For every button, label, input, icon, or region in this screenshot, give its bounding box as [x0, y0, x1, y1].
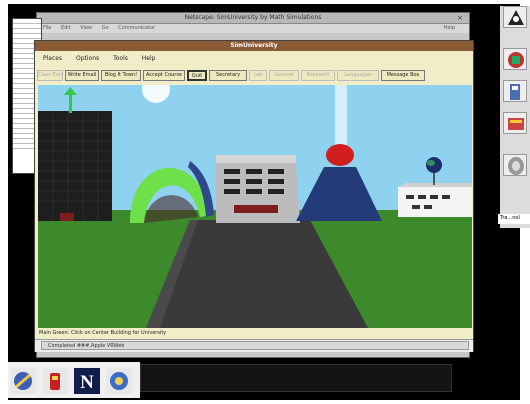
research-button[interactable]: Research: [301, 70, 335, 81]
accept-course-button[interactable]: Accept Course: [143, 70, 185, 81]
menu-help[interactable]: Help: [142, 55, 156, 62]
red-dome[interactable]: [326, 144, 354, 166]
menu-tools[interactable]: Tools: [113, 55, 128, 62]
campus-scene[interactable]: [38, 85, 472, 328]
background-window-title[interactable]: Netscape: SimUniversity by Math Simulati…: [37, 13, 469, 24]
tower-door: [60, 213, 74, 221]
quit-button[interactable]: Quit: [187, 70, 207, 81]
write-email-button[interactable]: Write Email: [65, 70, 99, 81]
close-icon[interactable]: ×: [457, 14, 465, 22]
bg-menu-file[interactable]: File: [43, 25, 51, 31]
globe-building[interactable]: [398, 187, 472, 217]
bg-menu-help[interactable]: Help: [444, 24, 455, 33]
vrml-3d-viewport[interactable]: [38, 85, 472, 328]
languages-button[interactable]: Languages: [337, 70, 379, 81]
dock-app-icon-3[interactable]: [503, 80, 527, 102]
tower-building[interactable]: [38, 111, 112, 221]
background-menubar: File Edit View Go Communicator Help: [37, 24, 469, 33]
quicktime-icon[interactable]: [106, 368, 132, 394]
trash-icon[interactable]: [42, 368, 68, 394]
menu-options[interactable]: Options: [76, 55, 99, 62]
dock-app-icon-2[interactable]: [503, 48, 527, 70]
background-panel: [140, 364, 452, 392]
bg-menu-edit[interactable]: Edit: [61, 25, 71, 31]
dock-caption: Tra...nel: [498, 214, 530, 224]
dock-app-icon-4[interactable]: [503, 112, 527, 134]
bg-menu-go[interactable]: Go: [102, 25, 109, 31]
message-box-button[interactable]: Message Box: [381, 70, 425, 81]
bg-menu-communicator[interactable]: Communicator: [118, 25, 155, 31]
netscape-n-icon[interactable]: N: [74, 368, 100, 394]
menu-places[interactable]: Places: [43, 55, 62, 62]
class-enroll-button[interactable]: Class Enroll: [37, 70, 63, 81]
light-beam: [335, 85, 347, 145]
sub-status-bar: Completed ###.Apple VRWeb: [41, 341, 469, 350]
bg-menu-view[interactable]: View: [80, 25, 92, 31]
general-button[interactable]: General: [269, 70, 299, 81]
dock-app-icon-1[interactable]: [503, 6, 527, 28]
main-menubar: Places Options Tools Help: [35, 53, 473, 65]
university-window[interactable]: SimUniversity Places Options Tools Help …: [34, 40, 474, 352]
lower-strip: Completed ###.Apple VRWeb: [35, 339, 473, 352]
lab-button[interactable]: Lab: [249, 70, 267, 81]
toolbar: Class Enroll Write Email Blog It Town! A…: [35, 68, 473, 82]
taskbar: N: [8, 362, 140, 398]
netscape-icon[interactable]: [10, 368, 36, 394]
status-bar: Main Green: Click on Center Building for…: [39, 330, 167, 336]
dock-app-icon-5[interactable]: [503, 154, 527, 176]
svg-text:N: N: [80, 372, 94, 393]
blog-it-town-button[interactable]: Blog It Town!: [101, 70, 141, 81]
window-title[interactable]: SimUniversity: [35, 41, 473, 51]
right-dock: [500, 6, 530, 228]
secretary-button[interactable]: Secretary: [209, 70, 247, 81]
